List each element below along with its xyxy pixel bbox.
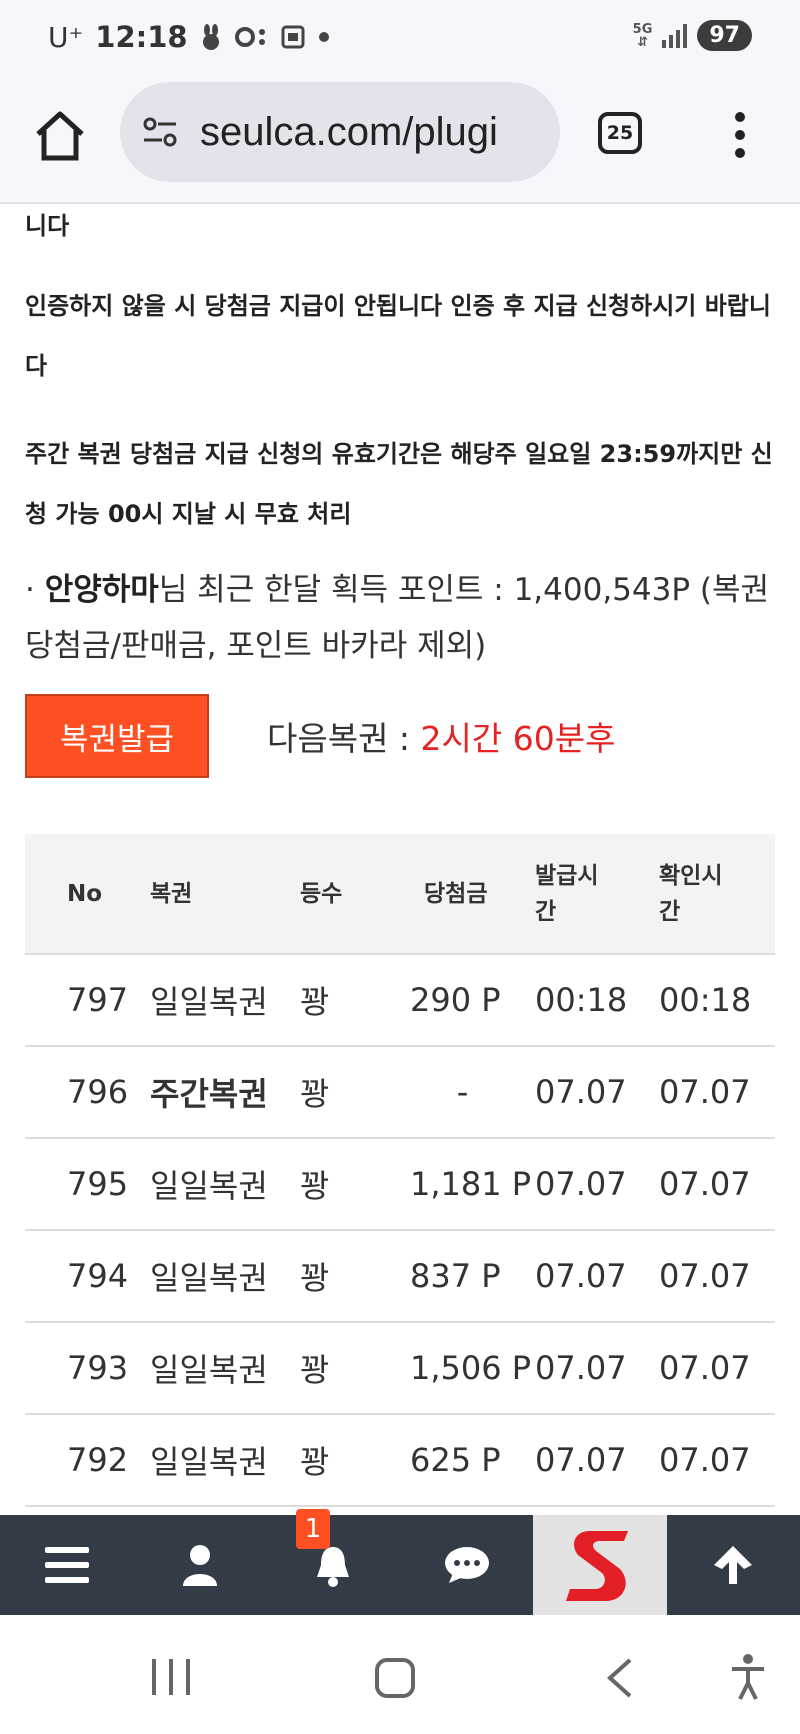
rabbit-icon — [202, 24, 219, 50]
header-no: No — [25, 834, 150, 955]
status-bar: U⁺ 12:18 5G ⇵ 97 — [0, 0, 800, 76]
row-issued-time: 07.07 — [535, 1322, 659, 1415]
row-lottery: 일일복권 — [150, 1414, 300, 1507]
row-checked-time: 00:18 — [659, 954, 775, 1047]
verification-notice: 인증하지 않을 시 당첨금 지급이 안됩니다 인증 후 지급 신청하시기 바랍니… — [25, 292, 771, 380]
address-bar[interactable]: seulca.com/plugi — [120, 82, 560, 182]
row-lottery: 주간복권 — [150, 1046, 300, 1139]
issue-lottery-button[interactable]: 복권발급 — [25, 694, 209, 778]
weekly-claim-notice: 주간 복권 당첨금 지급 신청의 유효기간은 해당주 일요일 23:59까지만 … — [25, 440, 773, 528]
chat-button[interactable] — [400, 1515, 533, 1615]
table-row: 794 일일복권 꽝 837 P 07.07 07.07 — [25, 1230, 775, 1323]
next-lottery-timer: 다음복권 : 2시간 60분후 — [267, 712, 615, 760]
table-row: 796 주간복권 꽝 - 07.07 07.07 — [25, 1046, 775, 1139]
o-colon-icon — [234, 27, 265, 47]
back-icon[interactable] — [604, 1657, 634, 1699]
user-icon — [182, 1545, 217, 1586]
dot-icon — [318, 32, 329, 42]
url-text: seulca.com/plugi — [200, 110, 498, 154]
row-rank: 꽝 — [300, 1138, 410, 1231]
table-header-row: No 복권 등수 당첨금 발급시간 확인시간 — [25, 834, 775, 955]
home-icon[interactable] — [30, 106, 90, 166]
row-rank: 꽝 — [300, 1230, 410, 1323]
row-rank: 꽝 — [300, 1414, 410, 1507]
header-lottery: 복권 — [150, 834, 300, 955]
chat-icon — [444, 1547, 489, 1583]
row-issued-time: 07.07 — [535, 1414, 659, 1507]
row-no: 792 — [25, 1414, 150, 1507]
header-issued-time: 발급시간 — [535, 834, 659, 955]
row-no: 793 — [25, 1322, 150, 1415]
system-nav-bar — [0, 1615, 800, 1734]
tab-switcher-button[interactable]: 25 — [598, 112, 642, 154]
row-prize: 1,506 P — [410, 1322, 535, 1415]
browser-toolbar: seulca.com/plugi 25 — [0, 76, 800, 204]
arrow-up-icon — [714, 1546, 753, 1584]
table-row: 792 일일복권 꽝 625 P 07.07 07.07 — [25, 1414, 775, 1507]
signal-icon — [662, 23, 688, 48]
site-logo — [565, 1531, 628, 1601]
row-prize: 837 P — [410, 1230, 535, 1323]
monthly-points-summary: · 안양하마님 최근 한달 획득 포인트 : 1,400,543P (복권 당첨… — [25, 572, 770, 664]
clock: 12:18 — [95, 20, 188, 54]
row-checked-time: 07.07 — [659, 1322, 775, 1415]
row-checked-time: 07.07 — [659, 1414, 775, 1507]
row-lottery: 일일복권 — [150, 1322, 300, 1415]
row-prize: 625 P — [410, 1414, 535, 1507]
recent-apps-icon[interactable] — [150, 1657, 192, 1697]
header-rank: 등수 — [300, 834, 410, 955]
row-checked-time: 07.07 — [659, 1138, 775, 1231]
row-issued-time: 07.07 — [535, 1138, 659, 1231]
table-row: 797 일일복권 꽝 290 P 00:18 00:18 — [25, 954, 775, 1047]
next-lottery-label: 다음복권 : — [267, 719, 421, 758]
bell-icon — [317, 1547, 350, 1587]
row-checked-time: 07.07 — [659, 1230, 775, 1323]
lottery-history-table: No 복권 등수 당첨금 발급시간 확인시간 797 일일복권 꽝 290 P … — [25, 834, 775, 1507]
row-rank: 꽝 — [300, 1046, 410, 1139]
header-prize: 당첨금 — [410, 834, 535, 955]
row-rank: 꽝 — [300, 1322, 410, 1415]
row-lottery: 일일복권 — [150, 1230, 300, 1323]
notifications-button[interactable] — [267, 1515, 400, 1615]
header-checked-time: 확인시간 — [659, 834, 775, 955]
accessibility-icon[interactable] — [728, 1653, 768, 1701]
row-no: 795 — [25, 1138, 150, 1231]
scroll-top-button[interactable] — [667, 1515, 800, 1615]
row-issued-time: 07.07 — [535, 1230, 659, 1323]
next-lottery-value: 2시간 60분후 — [420, 719, 616, 758]
username: 안양하마 — [44, 572, 159, 608]
row-lottery: 일일복권 — [150, 954, 300, 1047]
profile-button[interactable] — [133, 1515, 266, 1615]
row-no: 796 — [25, 1046, 150, 1139]
menu-button[interactable] — [0, 1515, 133, 1615]
row-no: 794 — [25, 1230, 150, 1323]
row-issued-time: 07.07 — [535, 1046, 659, 1139]
home-nav-icon[interactable] — [374, 1657, 416, 1699]
row-lottery: 일일복권 — [150, 1138, 300, 1231]
notification-count-badge: 1 — [296, 1509, 330, 1549]
menu-icon — [44, 1547, 89, 1583]
row-prize: - — [410, 1046, 535, 1139]
table-row: 795 일일복권 꽝 1,181 P 07.07 07.07 — [25, 1138, 775, 1231]
row-prize: 290 P — [410, 954, 535, 1047]
carrier-label: U⁺ — [48, 20, 84, 54]
battery-indicator: 97 — [697, 20, 752, 51]
row-no: 797 — [25, 954, 150, 1047]
site-settings-icon[interactable] — [140, 112, 180, 152]
notice-fragment: 니다 — [25, 212, 70, 240]
table-row: 793 일일복권 꽝 1,506 P 07.07 07.07 — [25, 1322, 775, 1415]
site-logo-button[interactable] — [533, 1515, 667, 1615]
row-rank: 꽝 — [300, 954, 410, 1047]
more-menu-icon[interactable] — [728, 112, 752, 160]
network-type: 5G ⇵ — [632, 21, 653, 50]
site-bottom-toolbar: 1 — [0, 1509, 800, 1615]
screenshot-icon — [281, 25, 305, 49]
row-issued-time: 00:18 — [535, 954, 659, 1047]
row-prize: 1,181 P — [410, 1138, 535, 1231]
row-checked-time: 07.07 — [659, 1046, 775, 1139]
